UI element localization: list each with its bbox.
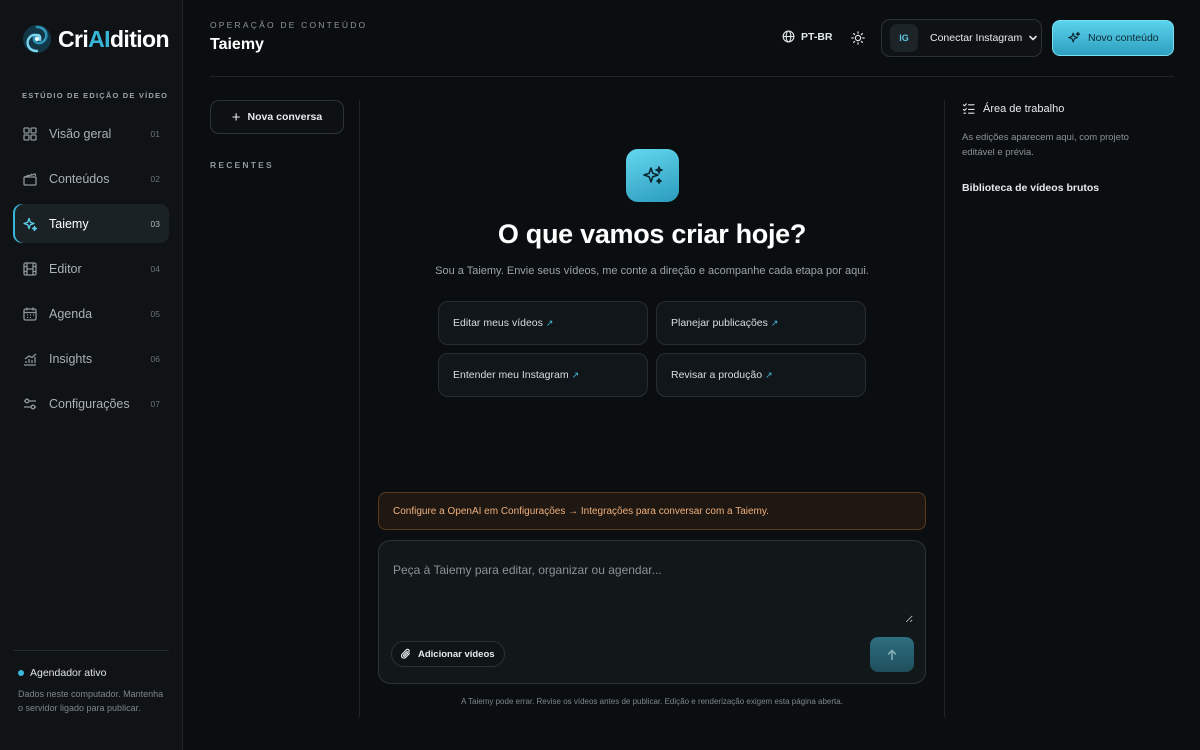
suggestion-edit-videos[interactable]: Editar meus vídeos ↗ (438, 301, 648, 345)
suggestion-review-production[interactable]: Revisar a produção ↗ (656, 353, 866, 397)
workspace-description: As edições aparecem aqui, com projeto ed… (962, 132, 1129, 158)
chart-icon (24, 353, 37, 366)
plus-icon: + (231, 108, 241, 126)
sidebar-item-configuracoes[interactable]: Configurações 07 (13, 384, 169, 423)
grid-icon (23, 126, 37, 141)
sidebar-item-label: Editor (49, 261, 82, 276)
status-label: Agendador ativo (30, 667, 107, 679)
recent-conversations-heading: RECENTES (210, 160, 274, 170)
new-conversation-button[interactable]: + Nova conversa (210, 100, 344, 134)
language-label: PT-BR (801, 30, 833, 43)
brand-logo[interactable]: CriAIdition (22, 24, 170, 54)
status-note: Dados neste computador. Mantenha o servi… (18, 689, 164, 713)
header-divider (210, 76, 1174, 77)
suggestion-label: Revisar a produção (671, 369, 763, 381)
add-videos-button[interactable]: Adicionar vídeos (391, 641, 505, 667)
checklist-icon (962, 103, 975, 114)
scheduler-status: Agendador ativo (18, 667, 106, 679)
new-conversation-label: Nova conversa (247, 111, 323, 123)
logo-swirl-icon (23, 25, 51, 53)
sidebar-item-conteudos[interactable]: Conteúdos 02 (13, 159, 169, 198)
hero-subtitle: Sou a Taiemy. Envie seus vídeos, me cont… (435, 265, 869, 277)
status-dot-icon (18, 670, 24, 676)
sidebar-item-label: Insights (49, 351, 93, 366)
sidebar-section-label: ESTÚDIO DE EDIÇÃO DE VÍDEO (22, 91, 169, 100)
sidebar-item-label: Agenda (49, 306, 93, 321)
sidebar: CriAIdition ESTÚDIO DE EDIÇÃO DE VÍDEO V… (0, 0, 183, 750)
openai-config-warning: Configure a OpenAI em Configurações → In… (378, 492, 926, 530)
new-content-label: Novo conteúdo (1088, 32, 1159, 44)
language-selector[interactable]: PT-BR (782, 30, 833, 43)
sparkles-icon (23, 217, 38, 231)
sidebar-item-taiemy[interactable]: Taiemy 03 (13, 204, 169, 243)
suggestion-label: Entender meu Instagram (453, 369, 569, 381)
sidebar-item-number: 06 (150, 353, 160, 364)
sidebar-item-label: Configurações (49, 396, 130, 411)
column-divider-left (359, 100, 360, 717)
sidebar-item-insights[interactable]: Insights 06 (13, 339, 169, 378)
workspace-title: Área de trabalho (983, 102, 1065, 115)
connect-instagram-button[interactable]: IG Conectar Instagram (881, 19, 1042, 57)
sidebar-item-label: Taiemy (49, 216, 89, 231)
sidebar-divider (13, 650, 169, 651)
suggestion-label: Editar meus vídeos (453, 317, 543, 329)
add-videos-label: Adicionar vídeos (418, 648, 495, 660)
sliders-icon (24, 398, 36, 409)
hero-title: O que vamos criar hoje? (497, 219, 807, 249)
suggestion-understand-instagram[interactable]: Entender meu Instagram ↗ (438, 353, 648, 397)
sparkles-icon (642, 165, 663, 184)
calendar-icon (23, 307, 37, 321)
workspace-heading: Área de trabalho (962, 102, 1064, 115)
header-eyebrow: OPERAÇÃO DE CONTEÚDO (210, 20, 368, 30)
sidebar-item-agenda[interactable]: Agenda 05 (13, 294, 169, 333)
raw-videos-library-link[interactable]: Biblioteca de vídeos brutos (962, 182, 1099, 194)
clapperboard-icon (23, 172, 37, 186)
instagram-badge: IG (890, 24, 918, 52)
suggestion-label: Planejar publicações (671, 317, 768, 329)
chat-input[interactable] (393, 563, 913, 623)
sidebar-item-number: 03 (150, 218, 160, 229)
arrow-up-right-icon: ↗ (545, 317, 554, 328)
sparkles-icon (1068, 31, 1081, 43)
new-content-button[interactable]: Novo conteúdo (1052, 20, 1174, 56)
film-icon (23, 261, 37, 276)
sidebar-item-number: 04 (150, 263, 160, 274)
sidebar-item-visao-geral[interactable]: Visão geral 01 (13, 114, 169, 153)
arrow-up-right-icon: ↗ (770, 317, 779, 328)
sidebar-item-editor[interactable]: Editor 04 (13, 249, 169, 288)
disclaimer: A Taiemy pode errar. Revise os vídeos an… (461, 697, 843, 706)
column-divider-right (944, 100, 945, 717)
sidebar-item-number: 02 (150, 173, 160, 184)
page-title: Taiemy (210, 36, 264, 53)
sidebar-item-number: 05 (150, 308, 160, 319)
send-button[interactable] (870, 637, 914, 672)
sidebar-item-label: Conteúdos (49, 171, 110, 186)
globe-icon (782, 30, 795, 43)
connect-instagram-label: Conectar Instagram (930, 32, 1023, 44)
arrow-up-icon (887, 649, 897, 660)
arrow-up-right-icon: ↗ (765, 369, 773, 380)
brand-name: CriAIdition (58, 25, 170, 52)
chat-composer: Adicionar vídeos (378, 540, 926, 684)
assistant-avatar (626, 149, 679, 202)
sidebar-nav: Visão geral 01 Conteúdos 02 Taiemy 03 Ed… (13, 114, 169, 429)
paperclip-icon (400, 648, 411, 659)
sidebar-item-label: Visão geral (49, 126, 112, 141)
arrow-up-right-icon: ↗ (571, 369, 580, 380)
chevron-down-icon (1029, 35, 1038, 41)
suggestion-plan-posts[interactable]: Planejar publicações ↗ (656, 301, 866, 345)
sun-icon[interactable] (851, 31, 865, 45)
sidebar-item-number: 07 (150, 398, 160, 409)
sidebar-item-number: 01 (150, 128, 160, 139)
